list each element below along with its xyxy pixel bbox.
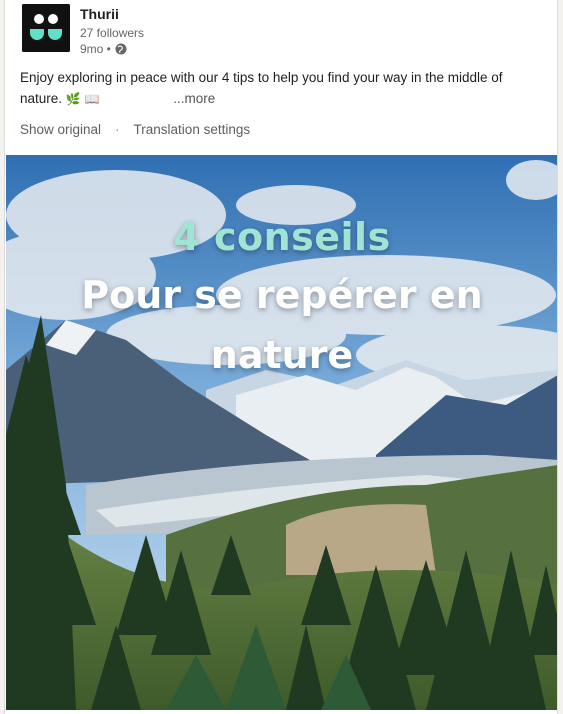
post-header: Thurii 27 followers 9mo •: [22, 4, 542, 56]
post-image[interactable]: 4 conseils Pour se repérer en nature: [6, 155, 557, 710]
translation-settings-link[interactable]: Translation settings: [134, 122, 251, 137]
post-card: Thurii 27 followers 9mo • Enjoy explorin…: [4, 0, 558, 714]
image-subtitle-line2: nature: [210, 333, 354, 377]
image-subtitle-line1: Pour se repérer en: [81, 273, 483, 317]
follower-count: 27 followers: [80, 26, 145, 40]
image-title: 4 conseils: [173, 215, 391, 259]
book-emoji: 📖: [84, 92, 100, 106]
show-original-link[interactable]: Show original: [20, 122, 101, 137]
author-name[interactable]: Thurii: [80, 6, 119, 22]
separator-dot: ·: [115, 122, 120, 137]
globe-icon: [115, 43, 127, 55]
see-more-link[interactable]: ...more: [173, 91, 215, 106]
post-text: Enjoy exploring in peace with our 4 tips…: [20, 67, 540, 110]
post-meta: 9mo •: [80, 42, 127, 56]
translation-bar: Show original · Translation settings: [20, 122, 250, 137]
post-time: 9mo •: [80, 42, 111, 56]
herb-emoji: 🌿: [65, 92, 81, 106]
company-logo[interactable]: [22, 4, 70, 52]
